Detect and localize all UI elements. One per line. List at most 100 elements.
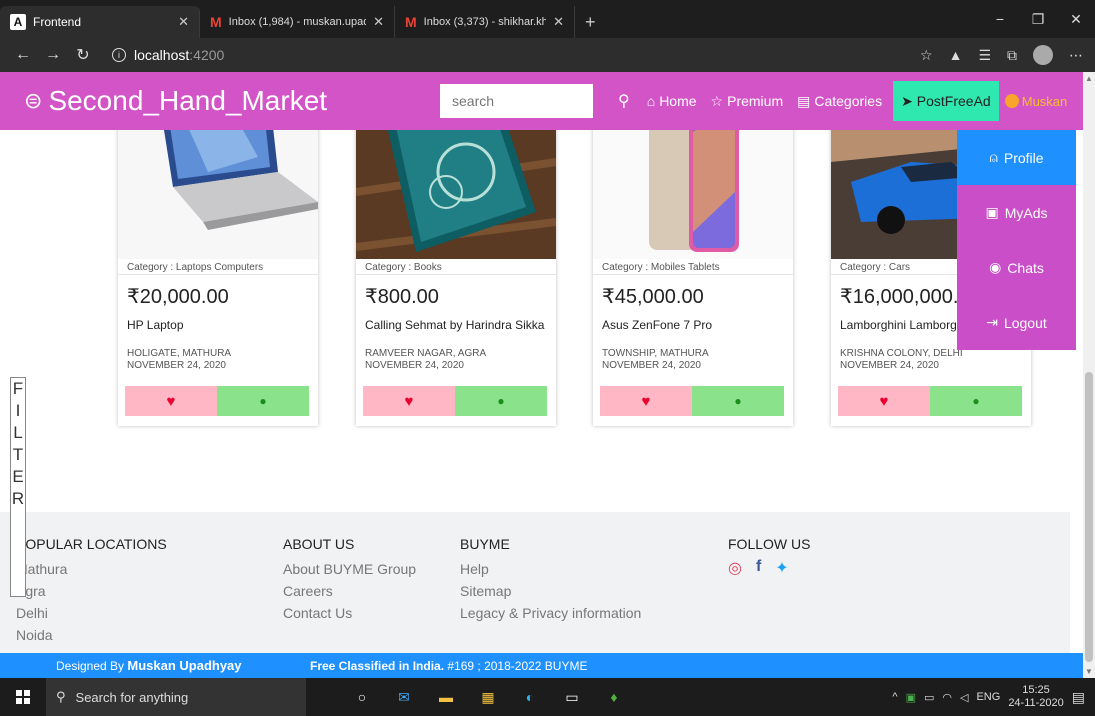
mongodb-icon[interactable]: ♦ xyxy=(604,687,624,707)
like-button[interactable]: ♥ xyxy=(600,386,692,416)
mail-icon[interactable]: ✉ xyxy=(394,687,414,707)
more-icon[interactable]: ⋯ xyxy=(1069,47,1083,64)
taskbar-search-placeholder: Search for anything xyxy=(75,689,189,705)
footer-link[interactable]: Sitemap xyxy=(460,580,641,602)
url-field[interactable]: i localhost:4200 xyxy=(112,47,224,63)
store-icon[interactable]: ▦ xyxy=(478,687,498,707)
volume-icon[interactable]: ◁ xyxy=(960,691,968,704)
like-button[interactable]: ♥ xyxy=(838,386,930,416)
close-icon[interactable]: ✕ xyxy=(373,14,384,30)
star-icon[interactable]: ☆ xyxy=(920,47,933,64)
cortana-icon[interactable]: ○ xyxy=(352,687,372,707)
product-price: ₹20,000.00 xyxy=(127,286,229,308)
clock[interactable]: 15:25 24-11-2020 xyxy=(1008,684,1063,710)
footer-link[interactable]: About BUYME Group xyxy=(283,558,416,580)
chat-button[interactable]: ● xyxy=(217,386,309,416)
heart-icon: ♥ xyxy=(166,392,176,410)
paper-plane-icon: ➤ xyxy=(901,92,913,109)
product-title[interactable]: Asus ZenFone 7 Pro xyxy=(602,318,790,332)
footer-link[interactable]: Help xyxy=(460,558,641,580)
search-icon[interactable]: ⚲ xyxy=(611,91,640,111)
scroll-up-icon[interactable]: ▲ xyxy=(1085,74,1093,83)
new-tab-button[interactable]: + xyxy=(575,6,606,38)
dropdown-chats[interactable]: ◉ Chats xyxy=(957,240,1076,295)
footer-link[interactable]: Delhi xyxy=(16,602,167,624)
chat-icon: ◉ xyxy=(989,259,1002,275)
footer-link[interactable]: Agra xyxy=(16,580,167,602)
footer-about-us: ABOUT US About BUYME Group Careers Conta… xyxy=(283,536,416,624)
facebook-icon[interactable]: f xyxy=(756,558,761,578)
forward-icon[interactable]: → xyxy=(38,46,68,64)
search-input[interactable] xyxy=(440,84,593,118)
profile-avatar-icon[interactable] xyxy=(1033,45,1053,65)
close-icon[interactable]: ✕ xyxy=(178,14,189,30)
footer-heading: POPULAR LOCATIONS xyxy=(16,536,167,552)
chat-button[interactable]: ● xyxy=(455,386,547,416)
footer-link[interactable]: Mathura xyxy=(16,558,167,580)
product-title[interactable]: Calling Sehmat by Harindra Sikka xyxy=(365,318,553,332)
url-host: localhost xyxy=(134,47,190,63)
language-indicator[interactable]: ENG xyxy=(976,691,1000,703)
scroll-down-icon[interactable]: ▼ xyxy=(1085,667,1093,676)
product-price: ₹16,000,000.0 xyxy=(840,286,970,308)
user-menu[interactable]: Muskan xyxy=(999,94,1074,109)
like-button[interactable]: ♥ xyxy=(125,386,217,416)
tab-frontend[interactable]: A Frontend ✕ xyxy=(0,6,200,38)
minimize-icon[interactable]: − xyxy=(981,11,1019,27)
globe-icon: ⊜ xyxy=(24,88,43,113)
extension-icon[interactable]: ▲ xyxy=(949,47,963,63)
dropdown-profile[interactable]: ⍝ Profile xyxy=(957,130,1076,185)
taskbar-search[interactable]: ⚲ Search for anything xyxy=(46,678,306,716)
post-free-ad-button[interactable]: ➤ PostFreeAd xyxy=(893,81,999,121)
dropdown-myads[interactable]: ▣ MyAds xyxy=(957,185,1076,240)
page-scrollbar[interactable]: ▲ ▼ xyxy=(1083,72,1095,678)
wifi-icon[interactable]: ◠ xyxy=(942,691,952,704)
search-icon: ⚲ xyxy=(56,689,66,704)
notification-icon[interactable]: ▤ xyxy=(1072,689,1085,706)
info-icon[interactable]: i xyxy=(112,48,126,62)
brand-logo[interactable]: ⊜ Second_Hand_Market xyxy=(0,85,440,117)
nav-categories[interactable]: ▤ Categories xyxy=(790,93,889,110)
close-window-icon[interactable]: ✕ xyxy=(1057,11,1095,28)
product-title[interactable]: HP Laptop xyxy=(127,318,315,332)
copyright-label: #169 ; 2018-2022 BUYME xyxy=(444,658,588,673)
nav-premium[interactable]: ☆ Premium xyxy=(704,93,791,110)
heart-icon: ♥ xyxy=(879,392,889,410)
windows-taskbar: ⚲ Search for anything ○ ✉ ▬ ▦ ◐ ▭ ♦ ^ ▣ … xyxy=(0,678,1095,716)
chat-icon: ● xyxy=(497,394,505,408)
edge-icon[interactable]: ◐ xyxy=(520,687,540,707)
footer-heading: FOLLOW US xyxy=(728,536,811,552)
tab-inbox-shikhar[interactable]: M Inbox (3,373) - shikhar.khare_cs ✕ xyxy=(395,6,575,38)
instagram-icon[interactable]: ◎ xyxy=(728,558,742,578)
footer-link[interactable]: Careers xyxy=(283,580,416,602)
scrollbar-thumb[interactable] xyxy=(1085,372,1093,662)
tab-label: Frontend xyxy=(33,15,82,29)
start-button[interactable] xyxy=(0,690,46,704)
restore-icon[interactable]: ❐ xyxy=(1019,11,1057,28)
footer-link[interactable]: Contact Us xyxy=(283,602,416,624)
chat-button[interactable]: ● xyxy=(692,386,784,416)
refresh-icon[interactable]: ↻ xyxy=(68,45,98,65)
filter-button[interactable]: F I L T E R xyxy=(10,377,26,597)
terminal-icon[interactable]: ▭ xyxy=(562,687,582,707)
close-icon[interactable]: ✕ xyxy=(553,14,564,30)
collections-icon[interactable]: ⧉ xyxy=(1007,47,1017,64)
battery-icon[interactable]: ▭ xyxy=(924,691,934,704)
footer-link[interactable]: Legacy & Privacy information xyxy=(460,602,641,624)
heart-icon: ♥ xyxy=(641,392,651,410)
favorites-icon[interactable]: ☰ xyxy=(978,47,991,64)
nav-home[interactable]: ⌂ Home xyxy=(640,93,704,109)
like-button[interactable]: ♥ xyxy=(363,386,455,416)
back-icon[interactable]: ← xyxy=(8,46,38,64)
dropdown-logout[interactable]: ⇥ Logout xyxy=(957,295,1076,350)
url-port: :4200 xyxy=(189,47,225,63)
designed-by-label: Designed By xyxy=(56,659,128,673)
tray-chevron-icon[interactable]: ^ xyxy=(892,691,897,703)
footer-link[interactable]: Noida xyxy=(16,624,167,646)
twitter-icon[interactable]: ✦ xyxy=(775,558,788,578)
file-explorer-icon[interactable]: ▬ xyxy=(436,687,456,707)
tab-inbox-muskan[interactable]: M Inbox (1,984) - muskan.upadhya ✕ xyxy=(200,6,395,38)
chat-button[interactable]: ● xyxy=(930,386,1022,416)
product-location: TOWNSHIP, MATHURA xyxy=(602,348,709,359)
tray-app-icon[interactable]: ▣ xyxy=(906,691,916,704)
